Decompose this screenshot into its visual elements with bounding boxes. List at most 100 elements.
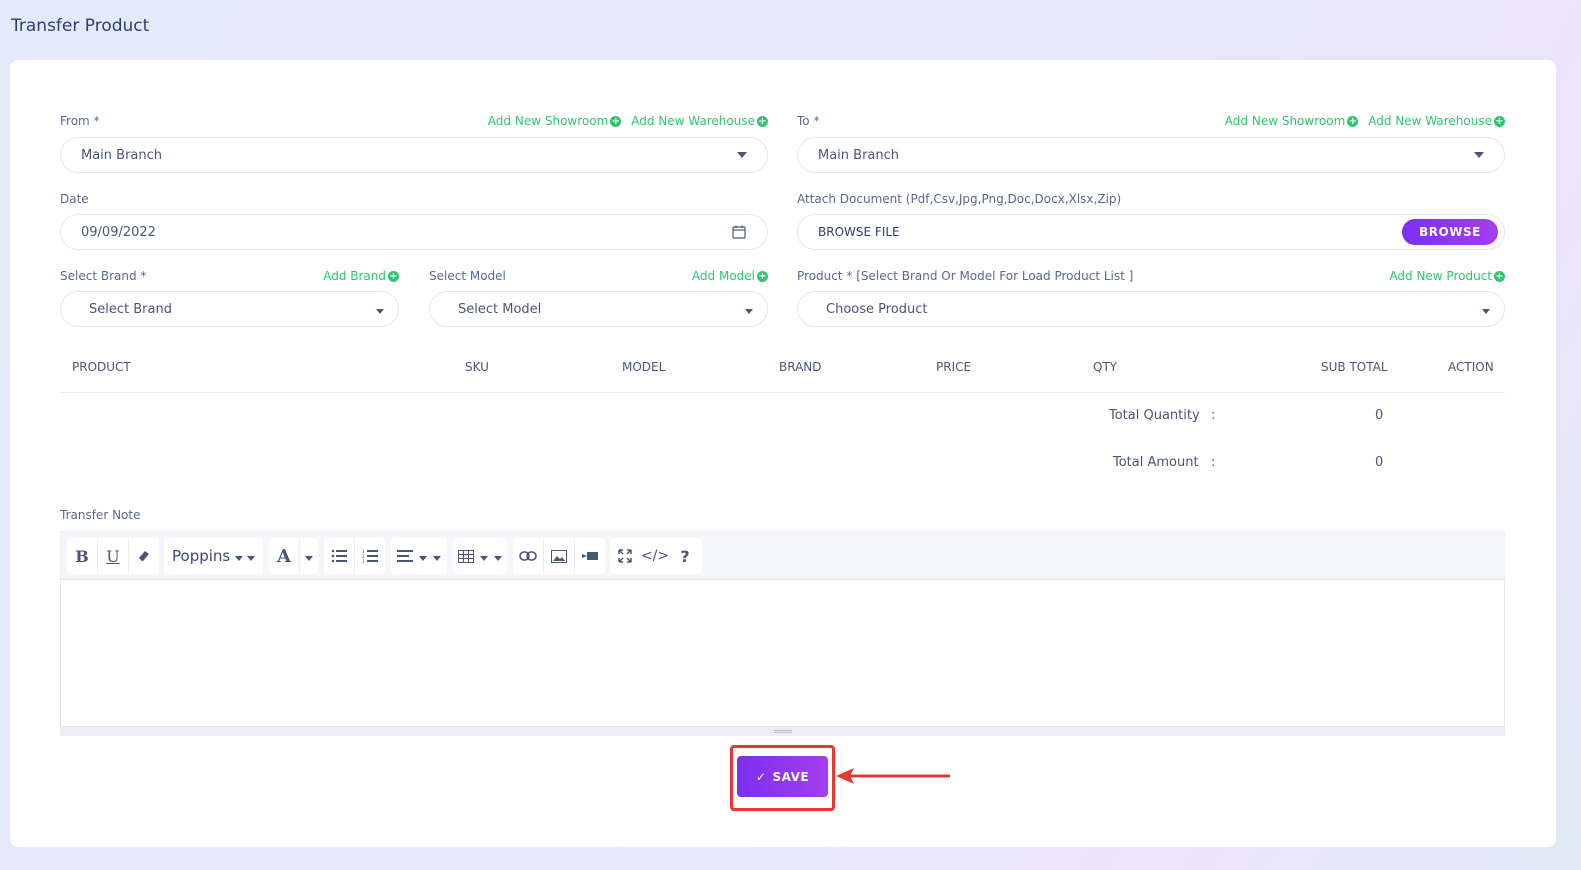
add-new-warehouse-link[interactable]: Add New Warehouse + bbox=[631, 114, 768, 128]
transfer-note-editor[interactable] bbox=[60, 579, 1505, 727]
total-quantity-label: Total Quantity bbox=[1109, 408, 1200, 423]
to-select-value: Main Branch bbox=[818, 147, 900, 163]
chevron-down-icon bbox=[1482, 308, 1490, 314]
table-header-sku: SKU bbox=[465, 360, 489, 374]
date-input[interactable]: 09/09/2022 bbox=[60, 214, 768, 250]
total-quantity-value: 0 bbox=[1375, 408, 1384, 423]
eraser-icon[interactable] bbox=[129, 538, 159, 574]
font-color-dropdown[interactable] bbox=[300, 538, 318, 574]
underline-icon[interactable]: U bbox=[98, 538, 128, 574]
total-quantity-separator: : bbox=[1211, 408, 1216, 423]
note-label-row: Transfer Note bbox=[60, 508, 360, 522]
table-header-qty: QTY bbox=[1093, 360, 1118, 374]
add-new-showroom-link[interactable]: Add New Showroom + bbox=[488, 114, 622, 128]
brand-label: Select Brand * bbox=[60, 269, 147, 283]
align-icon bbox=[397, 550, 413, 562]
list-button-group: 123 bbox=[324, 538, 385, 574]
transfer-note-label: Transfer Note bbox=[60, 508, 141, 522]
attach-label-row: Attach Document (Pdf,Csv,Jpg,Png,Doc,Doc… bbox=[797, 192, 1505, 206]
chevron-down-icon bbox=[376, 308, 384, 314]
table-divider bbox=[60, 392, 1505, 393]
table-header-action: ACTION bbox=[1448, 360, 1494, 374]
chevron-down-icon bbox=[745, 308, 753, 314]
plus-circle-icon: + bbox=[610, 115, 622, 127]
align-dropdown[interactable] bbox=[391, 538, 447, 574]
from-label-row: From * Add New Showroom + Add New Warehou… bbox=[60, 114, 768, 128]
font-color-icon[interactable]: A bbox=[269, 538, 299, 574]
font-color-group: A bbox=[269, 538, 318, 574]
brand-select-placeholder: Select Brand bbox=[89, 301, 172, 317]
product-select[interactable]: Choose Product bbox=[797, 291, 1505, 327]
total-amount-separator: : bbox=[1211, 455, 1216, 470]
add-new-product-link[interactable]: Add New Product + bbox=[1389, 269, 1505, 283]
browse-file-text: BROWSE FILE bbox=[818, 225, 900, 239]
editor-resize-bar[interactable] bbox=[60, 727, 1505, 736]
table-header-model: MODEL bbox=[622, 360, 666, 374]
plus-circle-icon: + bbox=[757, 270, 768, 282]
attach-label: Attach Document (Pdf,Csv,Jpg,Png,Doc,Doc… bbox=[797, 192, 1122, 206]
total-amount-label: Total Amount bbox=[1113, 455, 1199, 470]
date-label: Date bbox=[60, 192, 89, 206]
attach-file-input[interactable]: BROWSE FILE BROWSE bbox=[797, 214, 1505, 250]
brand-select[interactable]: Select Brand bbox=[60, 291, 399, 327]
ordered-list-icon[interactable]: 123 bbox=[355, 538, 385, 574]
plus-circle-icon: + bbox=[388, 270, 399, 282]
check-icon: ✓ bbox=[755, 769, 767, 784]
view-button-group: </> ? bbox=[610, 538, 702, 574]
from-label: From * bbox=[60, 114, 100, 128]
plus-circle-icon: + bbox=[1494, 115, 1505, 127]
code-view-icon[interactable]: </> bbox=[640, 538, 670, 574]
resize-grip-icon bbox=[774, 730, 792, 733]
add-model-link[interactable]: Add Model + bbox=[692, 269, 768, 283]
add-new-showroom-link[interactable]: Add New Showroom + bbox=[1225, 114, 1359, 128]
table-header-product: PRODUCT bbox=[72, 360, 131, 374]
insert-button-group bbox=[513, 538, 605, 574]
svg-text:3: 3 bbox=[362, 559, 365, 563]
chevron-down-icon bbox=[419, 555, 427, 561]
video-icon[interactable] bbox=[575, 538, 605, 574]
font-name-dropdown[interactable]: Poppins bbox=[164, 538, 263, 574]
annotation-arrow-icon bbox=[836, 768, 950, 784]
chevron-down-icon bbox=[480, 555, 488, 561]
font-name-value: Poppins bbox=[172, 547, 231, 565]
brand-label-row: Select Brand * Add Brand + bbox=[60, 269, 399, 283]
table-dropdown[interactable] bbox=[453, 538, 507, 574]
unordered-list-icon[interactable] bbox=[324, 538, 354, 574]
table-header-sub-total: SUB TOTAL bbox=[1321, 360, 1388, 374]
calendar-icon[interactable] bbox=[731, 224, 747, 240]
model-label-row: Select Model Add Model + bbox=[429, 269, 768, 283]
to-select[interactable]: Main Branch bbox=[797, 137, 1505, 173]
table-icon bbox=[458, 549, 474, 563]
date-label-row: Date bbox=[60, 192, 768, 206]
product-label: Product * [Select Brand Or Model For Loa… bbox=[797, 269, 1134, 283]
product-label-row: Product * [Select Brand Or Model For Loa… bbox=[797, 269, 1505, 283]
add-brand-link[interactable]: Add Brand + bbox=[323, 269, 399, 283]
date-value: 09/09/2022 bbox=[81, 224, 156, 240]
chevron-down-icon bbox=[433, 555, 441, 561]
image-icon[interactable] bbox=[544, 538, 574, 574]
from-select[interactable]: Main Branch bbox=[60, 137, 768, 173]
from-select-value: Main Branch bbox=[81, 147, 163, 163]
model-label: Select Model bbox=[429, 269, 506, 283]
total-amount-value: 0 bbox=[1375, 455, 1384, 470]
to-label-row: To * Add New Showroom + Add New Warehouse… bbox=[797, 114, 1505, 128]
style-button-group: B U bbox=[67, 538, 159, 574]
table-header-brand: BRAND bbox=[779, 360, 822, 374]
save-button-label: SAVE bbox=[772, 769, 810, 784]
bold-icon[interactable]: B bbox=[67, 538, 97, 574]
page-title: Transfer Product bbox=[11, 16, 150, 36]
browse-button[interactable]: BROWSE bbox=[1402, 219, 1498, 245]
save-button[interactable]: ✓ SAVE bbox=[737, 756, 828, 797]
product-select-placeholder: Choose Product bbox=[826, 301, 928, 317]
help-icon[interactable]: ? bbox=[670, 538, 700, 574]
chevron-down-icon bbox=[494, 555, 502, 561]
plus-circle-icon: + bbox=[1494, 270, 1505, 282]
link-icon[interactable] bbox=[513, 538, 543, 574]
fullscreen-icon[interactable] bbox=[610, 538, 640, 574]
chevron-down-icon bbox=[737, 152, 747, 158]
add-new-warehouse-link[interactable]: Add New Warehouse + bbox=[1368, 114, 1505, 128]
chevron-down-icon bbox=[235, 555, 243, 561]
to-label: To * bbox=[797, 114, 820, 128]
editor-toolbar: B U Poppins A 123 </> ? bbox=[60, 531, 1505, 579]
model-select[interactable]: Select Model bbox=[429, 291, 768, 327]
